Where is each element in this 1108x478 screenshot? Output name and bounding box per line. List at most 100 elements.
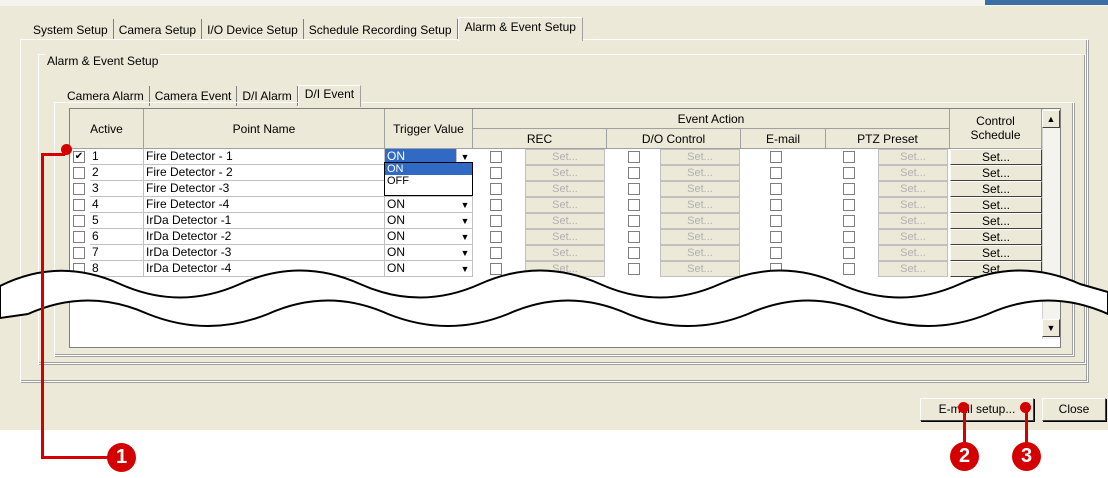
active-checkbox[interactable] — [73, 167, 85, 179]
row-number: 6 — [90, 229, 144, 245]
tab-di-event[interactable]: D/I Event — [297, 85, 362, 107]
do-control-set-button[interactable]: Set... — [660, 229, 740, 245]
row-number: 2 — [90, 165, 144, 181]
ptz-preset-checkbox[interactable] — [843, 199, 855, 211]
point-name-cell: Fire Detector - 2 — [144, 165, 385, 181]
control-schedule-set-button[interactable]: Set... — [950, 245, 1042, 261]
active-checkbox[interactable]: ✔ — [73, 151, 85, 163]
tab-io-device-setup[interactable]: I/O Device Setup — [202, 19, 304, 40]
active-checkbox[interactable] — [73, 215, 85, 227]
close-button[interactable]: Close — [1042, 398, 1106, 421]
callout-1-anchor-dot — [61, 144, 72, 155]
email-checkbox[interactable] — [770, 199, 782, 211]
ptz-preset-set-button[interactable]: Set... — [878, 213, 948, 229]
rec-checkbox[interactable] — [490, 167, 502, 179]
rec-checkbox[interactable] — [490, 151, 502, 163]
control-schedule-set-button[interactable]: Set... — [950, 197, 1042, 213]
do-control-set-button[interactable]: Set... — [660, 197, 740, 213]
do-control-checkbox[interactable] — [628, 215, 640, 227]
ptz-preset-set-button[interactable]: Set... — [878, 197, 948, 213]
control-schedule-set-button[interactable]: Set... — [950, 229, 1042, 245]
email-checkbox[interactable] — [770, 247, 782, 259]
email-checkbox[interactable] — [770, 167, 782, 179]
rec-checkbox[interactable] — [490, 231, 502, 243]
active-checkbox[interactable] — [73, 199, 85, 211]
point-name-cell: IrDa Detector -1 — [144, 213, 385, 229]
col-header-ptz-preset: PTZ Preset — [826, 129, 950, 149]
rec-set-button[interactable]: Set... — [525, 213, 605, 229]
control-schedule-set-button[interactable]: Set... — [950, 165, 1042, 181]
chevron-down-icon[interactable]: ▼ — [458, 214, 472, 228]
rec-set-button[interactable]: Set... — [525, 245, 605, 261]
do-control-set-button[interactable]: Set... — [660, 245, 740, 261]
do-control-checkbox[interactable] — [628, 183, 640, 195]
do-control-checkbox[interactable] — [628, 231, 640, 243]
do-control-checkbox[interactable] — [628, 167, 640, 179]
do-control-set-button[interactable]: Set... — [660, 149, 740, 165]
rec-checkbox[interactable] — [490, 215, 502, 227]
rec-set-button[interactable]: Set... — [525, 149, 605, 165]
do-control-checkbox[interactable] — [628, 199, 640, 211]
ptz-preset-checkbox[interactable] — [843, 247, 855, 259]
row-number: 3 — [90, 181, 144, 197]
ptz-preset-set-button[interactable]: Set... — [878, 245, 948, 261]
control-schedule-set-button[interactable]: Set... — [950, 181, 1042, 197]
ptz-preset-checkbox[interactable] — [843, 231, 855, 243]
ptz-preset-checkbox[interactable] — [843, 215, 855, 227]
control-schedule-set-button[interactable]: Set... — [950, 213, 1042, 229]
email-checkbox[interactable] — [770, 231, 782, 243]
tab-alarm-event-setup[interactable]: Alarm & Event Setup — [457, 17, 583, 41]
do-control-set-button[interactable]: Set... — [660, 213, 740, 229]
email-checkbox[interactable] — [770, 215, 782, 227]
rec-set-button[interactable]: Set... — [525, 165, 605, 181]
ptz-preset-set-button[interactable]: Set... — [878, 181, 948, 197]
col-header-point-name: Point Name — [144, 109, 385, 149]
dropdown-option-off[interactable]: OFF — [385, 175, 472, 187]
email-setup-button[interactable]: E-mail setup... — [920, 398, 1034, 421]
email-checkbox[interactable] — [770, 151, 782, 163]
scroll-up-arrow-icon[interactable]: ▲ — [1042, 110, 1060, 128]
rec-checkbox[interactable] — [490, 199, 502, 211]
control-schedule-set-button[interactable]: Set... — [950, 149, 1042, 165]
row-number: 5 — [90, 213, 144, 229]
chevron-down-icon[interactable]: ▼ — [458, 230, 472, 244]
rec-checkbox[interactable] — [490, 247, 502, 259]
rec-set-button[interactable]: Set... — [525, 229, 605, 245]
title-bar-fragment — [985, 0, 1108, 5]
active-checkbox[interactable] — [73, 231, 85, 243]
chevron-down-icon[interactable]: ▼ — [458, 246, 472, 260]
col-header-rec: REC — [473, 129, 607, 149]
do-control-set-button[interactable]: Set... — [660, 181, 740, 197]
tab-camera-setup[interactable]: Camera Setup — [114, 19, 203, 40]
rec-set-button[interactable]: Set... — [525, 197, 605, 213]
col-header-trigger-value: Trigger Value — [385, 109, 473, 149]
do-control-checkbox[interactable] — [628, 151, 640, 163]
active-checkbox[interactable] — [73, 183, 85, 195]
callout-1-leader-top — [41, 153, 65, 156]
col-header-event-action: Event Action — [473, 109, 950, 129]
callout-badge-1: 1 — [107, 443, 136, 472]
ptz-preset-set-button[interactable]: Set... — [878, 229, 948, 245]
tab-system-setup[interactable]: System Setup — [28, 19, 114, 40]
ptz-preset-checkbox[interactable] — [843, 151, 855, 163]
torn-break-overlay — [0, 269, 1108, 327]
ptz-preset-set-button[interactable]: Set... — [878, 149, 948, 165]
do-control-set-button[interactable]: Set... — [660, 165, 740, 181]
callout-1-leader-bottom — [41, 456, 109, 459]
col-header-control-schedule: Control Schedule — [950, 109, 1042, 149]
dropdown-option-on[interactable]: ON — [385, 163, 472, 175]
rec-checkbox[interactable] — [490, 183, 502, 195]
col-header-email: E-mail — [741, 129, 826, 149]
ptz-preset-checkbox[interactable] — [843, 167, 855, 179]
callout-3-anchor-dot — [1020, 402, 1031, 413]
point-name-cell: Fire Detector - 1 — [144, 149, 385, 165]
email-checkbox[interactable] — [770, 183, 782, 195]
ptz-preset-checkbox[interactable] — [843, 183, 855, 195]
rec-set-button[interactable]: Set... — [525, 181, 605, 197]
ptz-preset-set-button[interactable]: Set... — [878, 165, 948, 181]
tab-schedule-recording-setup[interactable]: Schedule Recording Setup — [304, 19, 458, 40]
active-checkbox[interactable] — [73, 247, 85, 259]
do-control-checkbox[interactable] — [628, 247, 640, 259]
alarm-event-setup-window: System Setup Camera Setup I/O Device Set… — [0, 0, 1108, 478]
chevron-down-icon[interactable]: ▼ — [458, 198, 472, 212]
